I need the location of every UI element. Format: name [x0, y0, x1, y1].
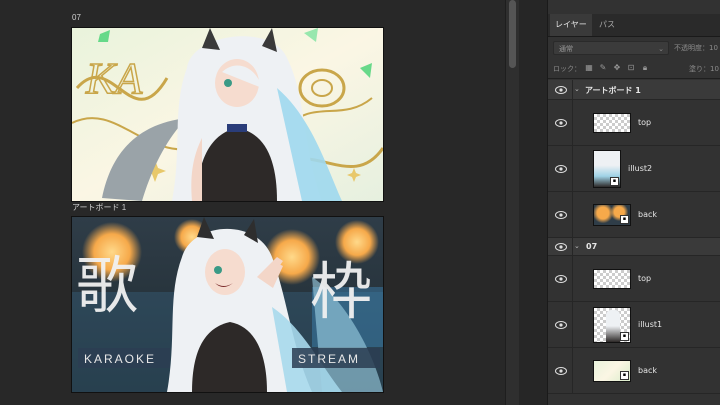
eye-icon[interactable]	[555, 367, 567, 375]
karaoke-kanji-right: 枠	[310, 255, 372, 328]
layers-panel: レイヤー パス 通常 ⌄ 不透明度：10 ロック： ▦ ✎ ✥ ⊡ 🔒︎ 塗り：…	[547, 0, 720, 405]
eye-icon[interactable]	[555, 243, 567, 251]
layer-thumbnail	[593, 113, 631, 133]
svg-text:KA: KA	[85, 54, 143, 103]
layer-group-name: 07	[586, 242, 598, 251]
tab-paths[interactable]: パス	[594, 14, 620, 36]
divider	[572, 80, 573, 99]
stream-word: STREAM	[298, 352, 360, 366]
layer-thumbnail: ▪	[593, 204, 631, 226]
opacity-label[interactable]: 不透明度：10	[674, 43, 718, 53]
eye-icon[interactable]	[555, 86, 567, 94]
artboard-07-artwork: KA	[72, 28, 383, 201]
divider	[572, 238, 573, 255]
layer-name: illust1	[638, 320, 663, 329]
smart-object-icon: ▪	[610, 177, 619, 186]
layer-row-top[interactable]: top	[548, 256, 720, 302]
artboard-07[interactable]: KA	[71, 27, 384, 202]
divider	[572, 100, 573, 145]
fill-label[interactable]: 塗り：10	[689, 64, 719, 74]
layer-name: top	[638, 274, 652, 283]
smart-object-icon: ▪	[620, 332, 629, 341]
layer-row-illust2[interactable]: ▪ illust2	[548, 146, 720, 192]
canvas-vertical-scrollbar[interactable]	[505, 0, 520, 405]
smart-object-icon: ▪	[620, 371, 629, 380]
karaoke-word: KARAOKE	[84, 352, 156, 366]
artboard-07-label[interactable]: 07	[72, 13, 81, 22]
layer-name: illust2	[628, 164, 653, 173]
chevron-down-icon[interactable]: ⌄	[574, 85, 580, 93]
artboard-1[interactable]: 歌 枠 KARAOKE STREAM	[71, 216, 384, 393]
layer-row-back[interactable]: ▪ back	[548, 192, 720, 238]
lock-row: ロック： ▦ ✎ ✥ ⊡ 🔒︎ 塗り：10	[548, 60, 720, 79]
layer-row-top[interactable]: top	[548, 100, 720, 146]
artboard-1-artwork: 歌 枠 KARAOKE STREAM	[72, 217, 383, 392]
divider	[572, 348, 573, 393]
lock-image-pixels-icon[interactable]: ✎	[598, 63, 608, 73]
chevron-down-icon: ⌄	[658, 45, 664, 53]
divider	[572, 146, 573, 191]
layer-thumbnail: ▪	[593, 360, 631, 382]
eye-icon[interactable]	[555, 165, 567, 173]
lock-transparent-pixels-icon[interactable]: ▦	[584, 63, 594, 73]
tab-layers[interactable]: レイヤー	[550, 14, 592, 36]
blend-options-row: 通常 ⌄ 不透明度：10	[548, 38, 720, 58]
eye-icon[interactable]	[555, 211, 567, 219]
blend-mode-select[interactable]: 通常 ⌄	[553, 41, 669, 55]
layer-name: back	[638, 210, 658, 219]
divider	[572, 302, 573, 347]
panel-gutter	[519, 0, 547, 405]
lock-position-icon[interactable]: ✥	[612, 63, 622, 73]
layer-thumbnail: ▪	[593, 307, 631, 343]
karaoke-kanji-left: 歌	[76, 249, 138, 322]
divider	[572, 256, 573, 301]
eye-icon[interactable]	[555, 275, 567, 283]
layer-row-illust1[interactable]: ▪ illust1	[548, 302, 720, 348]
panel-tabs: レイヤー パス	[548, 14, 720, 37]
layer-group-name: アートボード 1	[585, 86, 641, 95]
smart-object-icon: ▪	[620, 215, 629, 224]
divider	[572, 192, 573, 237]
artboard-1-label[interactable]: アートボード 1	[72, 202, 126, 213]
layer-row-back[interactable]: ▪ back	[548, 348, 720, 394]
layer-name: top	[638, 118, 652, 127]
scrollbar-thumb[interactable]	[509, 0, 516, 68]
canvas-area[interactable]: 07 KA アートボード 1 歌 枠 KARAOKE STREAM	[0, 0, 505, 405]
layer-group-artboard-1[interactable]: ⌄ アートボード 1	[548, 80, 720, 100]
lock-artboard-icon[interactable]: ⊡	[626, 63, 636, 73]
lock-label: ロック：	[553, 65, 581, 73]
chevron-down-icon[interactable]: ⌄	[574, 242, 580, 250]
layer-name: back	[638, 366, 658, 375]
eye-icon[interactable]	[555, 119, 567, 127]
blend-mode-value: 通常	[559, 45, 573, 53]
layer-thumbnail	[593, 269, 631, 289]
eye-icon[interactable]	[555, 321, 567, 329]
layer-thumbnail: ▪	[593, 150, 621, 188]
lock-all-icon[interactable]: 🔒︎	[640, 63, 650, 73]
layer-group-07[interactable]: ⌄ 07	[548, 238, 720, 256]
